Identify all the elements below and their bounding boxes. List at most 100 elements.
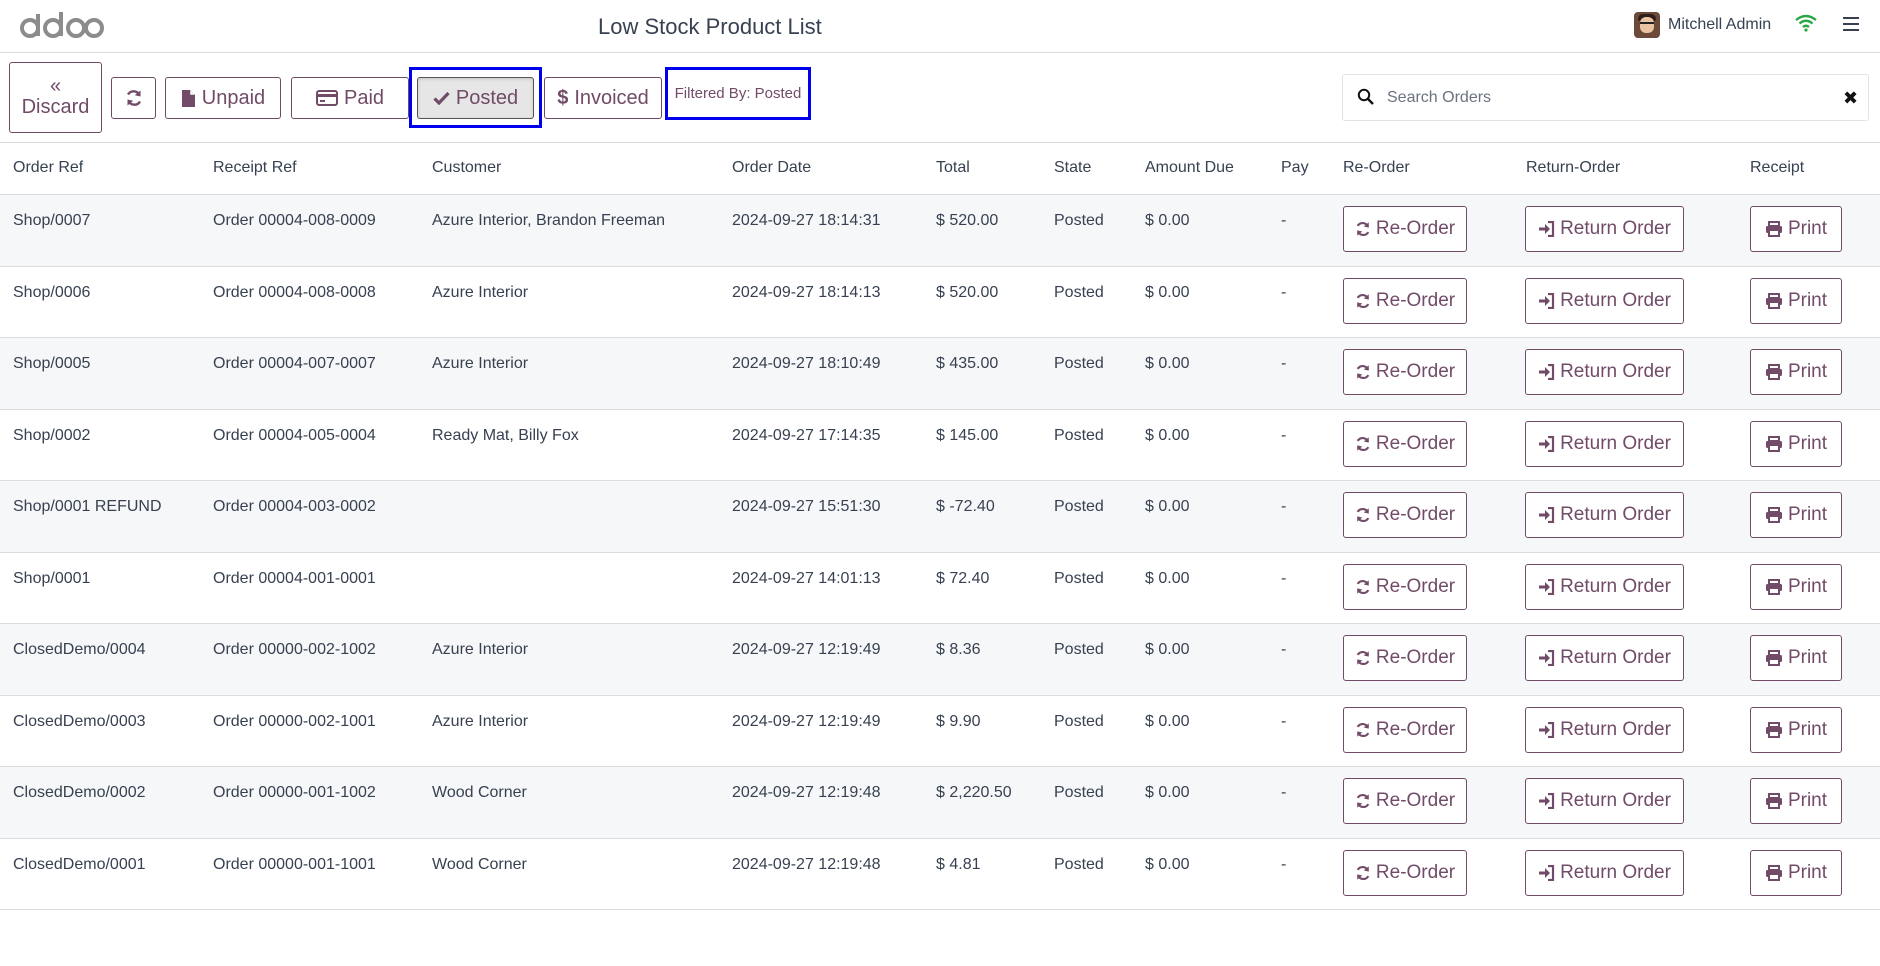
print-button[interactable]: Print xyxy=(1750,492,1842,538)
table-row[interactable]: Shop/0005 Order 00004-007-0007 Azure Int… xyxy=(0,338,1880,410)
re-order-button[interactable]: Re-Order xyxy=(1343,706,1467,753)
table-row[interactable]: ClosedDemo/0004 Order 00000-002-1002 Azu… xyxy=(0,624,1880,696)
re-order-label: Re-Order xyxy=(1375,432,1456,454)
re-order-button[interactable]: Re-Order xyxy=(1343,563,1467,610)
re-order-button[interactable]: Re-Order xyxy=(1343,849,1467,896)
return-order-label: Return Order xyxy=(1560,218,1671,239)
invoiced-filter-button[interactable]: $ Invoiced xyxy=(544,77,662,119)
pay-cell: - xyxy=(1281,355,1287,372)
re-order-button[interactable]: Re-Order xyxy=(1343,635,1467,681)
print-button[interactable]: Print xyxy=(1750,706,1842,753)
table-row[interactable]: Shop/0002 Order 00004-005-0004 Ready Mat… xyxy=(0,409,1880,481)
receipt-ref-cell: Order 00000-002-1001 xyxy=(213,712,376,730)
print-button[interactable]: Print xyxy=(1750,635,1842,681)
refresh-icon xyxy=(1356,793,1370,809)
re-order-button[interactable]: Re-Order xyxy=(1343,277,1467,324)
return-order-button[interactable]: Return Order xyxy=(1525,492,1684,538)
receipt-ref-cell: Order 00004-003-0002 xyxy=(213,498,376,515)
refresh-button[interactable] xyxy=(111,77,156,119)
print-button[interactable]: Print xyxy=(1750,349,1842,395)
table-row[interactable]: Shop/0001 Order 00004-001-0001 2024-09-2… xyxy=(0,552,1880,624)
print-icon xyxy=(1765,292,1782,309)
posted-filter-button[interactable]: Posted xyxy=(417,77,534,119)
refresh-icon xyxy=(1356,436,1370,451)
order-date-cell: 2024-09-27 18:14:31 xyxy=(732,212,881,229)
total-cell: $ 9.90 xyxy=(936,712,981,730)
receipt-ref-cell: Order 00004-007-0007 xyxy=(213,355,376,372)
print-button[interactable]: Print xyxy=(1750,206,1842,252)
return-order-button[interactable]: Return Order xyxy=(1525,778,1684,824)
refresh-icon xyxy=(1356,865,1370,880)
user-menu[interactable]: Mitchell Admin xyxy=(1634,12,1771,38)
table-row[interactable]: ClosedDemo/0001 Order 00000-001-1001 Woo… xyxy=(0,838,1880,910)
check-icon xyxy=(433,91,450,105)
re-order-label: Re-Order xyxy=(1375,861,1456,883)
return-order-button[interactable]: Return Order xyxy=(1525,635,1684,681)
receipt-ref-cell: Order 00000-001-1001 xyxy=(213,855,376,873)
print-button[interactable]: Print xyxy=(1750,849,1842,896)
order-ref-cell: Shop/0005 xyxy=(13,355,91,372)
double-chevron-left-icon: « xyxy=(49,74,62,97)
sign-in-icon xyxy=(1539,721,1555,738)
order-ref-cell: Shop/0001 xyxy=(13,569,91,587)
pay-cell: - xyxy=(1281,784,1287,801)
user-name: Mitchell Admin xyxy=(1668,16,1772,33)
order-date-cell: 2024-09-27 17:14:35 xyxy=(732,426,881,444)
paid-filter-button[interactable]: Paid xyxy=(291,77,409,119)
table-row[interactable]: ClosedDemo/0003 Order 00000-002-1001 Azu… xyxy=(0,695,1880,767)
table-row[interactable]: Shop/0007 Order 00004-008-0009 Azure Int… xyxy=(0,195,1880,267)
customer-cell: Azure Interior xyxy=(432,283,529,301)
order-ref-cell: Shop/0007 xyxy=(13,212,91,229)
return-order-label: Return Order xyxy=(1560,432,1671,454)
search-input[interactable] xyxy=(1387,83,1817,113)
print-label: Print xyxy=(1787,432,1828,454)
table-header: Order Ref Receipt Ref Customer Order Dat… xyxy=(0,144,1880,195)
table-row[interactable]: ClosedDemo/0002 Order 00000-001-1002 Woo… xyxy=(0,767,1880,839)
receipt-ref-cell: Order 00004-008-0008 xyxy=(213,283,376,301)
return-order-button[interactable]: Return Order xyxy=(1525,349,1684,395)
state-cell: Posted xyxy=(1054,712,1104,730)
re-order-button[interactable]: Re-Order xyxy=(1343,349,1467,395)
return-order-button[interactable]: Return Order xyxy=(1525,277,1684,324)
state-cell: Posted xyxy=(1054,855,1104,873)
customer-cell: Azure Interior xyxy=(432,641,529,658)
print-button[interactable]: Print xyxy=(1750,277,1842,324)
print-button[interactable]: Print xyxy=(1750,420,1842,467)
print-label: Print xyxy=(1787,790,1828,811)
column-header-order-date: Order Date xyxy=(732,159,812,176)
top-bar: Low Stock Product List Mitchell Admin xyxy=(0,0,1880,53)
customer-cell: Azure Interior xyxy=(432,355,529,372)
return-order-button[interactable]: Return Order xyxy=(1525,849,1684,896)
total-cell: $ 4.81 xyxy=(936,855,981,873)
print-button[interactable]: Print xyxy=(1750,563,1842,610)
amount-due-cell: $ 0.00 xyxy=(1145,855,1190,873)
refresh-icon xyxy=(1356,650,1370,666)
re-order-button[interactable]: Re-Order xyxy=(1343,420,1467,467)
return-order-button[interactable]: Return Order xyxy=(1525,706,1684,753)
discard-button[interactable]: « Discard xyxy=(9,62,102,133)
refresh-icon xyxy=(126,90,141,106)
return-order-button[interactable]: Return Order xyxy=(1525,563,1684,610)
table-row[interactable]: Shop/0001 REFUND Order 00004-003-0002 20… xyxy=(0,481,1880,553)
total-cell: $ 72.40 xyxy=(936,569,990,587)
re-order-button[interactable]: Re-Order xyxy=(1343,492,1467,538)
print-icon xyxy=(1765,578,1782,595)
clear-search-icon[interactable]: ✖ xyxy=(1843,88,1858,109)
print-button[interactable]: Print xyxy=(1750,778,1842,824)
pay-cell: - xyxy=(1281,641,1287,658)
table-row[interactable]: Shop/0006 Order 00004-008-0008 Azure Int… xyxy=(0,266,1880,338)
refresh-icon xyxy=(1356,221,1370,237)
unpaid-filter-button[interactable]: Unpaid xyxy=(165,77,281,119)
return-order-button[interactable]: Return Order xyxy=(1525,420,1684,467)
re-order-button[interactable]: Re-Order xyxy=(1343,778,1467,824)
avatar xyxy=(1634,12,1660,38)
odoo-logo[interactable] xyxy=(20,6,104,46)
pay-cell: - xyxy=(1281,426,1287,444)
re-order-button[interactable]: Re-Order xyxy=(1343,206,1467,252)
hamburger-menu-icon[interactable] xyxy=(1843,17,1859,31)
order-ref-cell: ClosedDemo/0003 xyxy=(13,712,146,730)
amount-due-cell: $ 0.00 xyxy=(1145,641,1190,658)
return-order-button[interactable]: Return Order xyxy=(1525,206,1684,252)
print-label: Print xyxy=(1787,718,1828,740)
refresh-icon xyxy=(1356,507,1370,523)
